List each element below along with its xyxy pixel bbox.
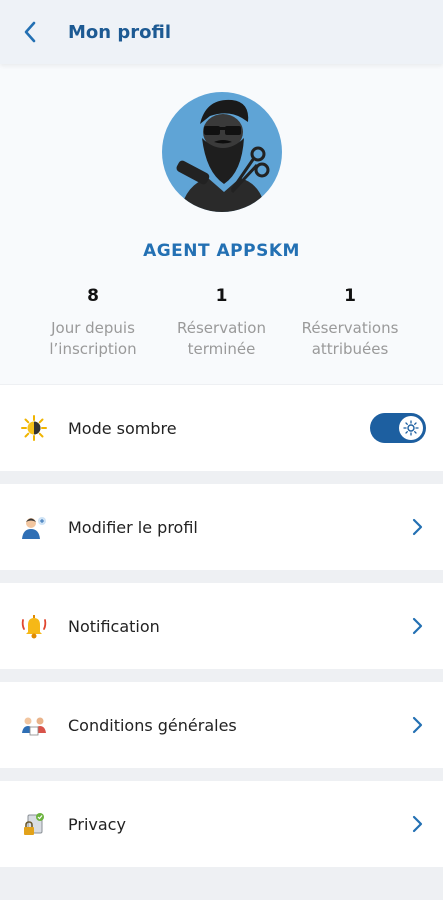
- stat-label-line1: Réservations: [301, 319, 399, 337]
- stat-value: 1: [215, 286, 228, 306]
- stat-assigned-bookings: 1 Réservations attribuées: [287, 286, 413, 360]
- sun-half-icon: [20, 414, 48, 442]
- stat-value: 1: [344, 286, 356, 306]
- stat-label-line2: l’inscription: [49, 340, 137, 358]
- bell-icon: [20, 612, 48, 640]
- chevron-left-icon: [24, 21, 36, 43]
- stat-label-line2: attribuées: [311, 340, 389, 358]
- avatar[interactable]: [162, 92, 282, 212]
- menu-item-notification[interactable]: Notification: [0, 583, 443, 669]
- edit-profile-icon: [20, 513, 48, 541]
- chevron-right-icon: [412, 518, 423, 536]
- toggle-knob: [399, 416, 423, 440]
- menu-item-privacy[interactable]: Privacy: [0, 781, 443, 867]
- menu-item-label: Notification: [68, 616, 160, 636]
- stat-label-line1: Réservation: [177, 319, 266, 337]
- stat-days-since-signup: 8 Jour depuis l’inscription: [30, 286, 156, 360]
- barber-avatar-icon: [176, 99, 270, 212]
- page-title: Mon profil: [68, 21, 171, 43]
- back-button[interactable]: [10, 12, 50, 52]
- chevron-right-icon: [412, 617, 423, 635]
- dark-mode-toggle[interactable]: [370, 413, 426, 443]
- stat-label: Jour depuis l’inscription: [30, 318, 156, 360]
- stat-label: Réservation terminée: [159, 318, 285, 360]
- profile-stats: 8 Jour depuis l’inscription 1 Réservatio…: [30, 286, 413, 360]
- stat-completed-bookings: 1 Réservation terminée: [159, 286, 285, 360]
- menu-item-label: Privacy: [68, 814, 126, 834]
- stat-label-line1: Jour depuis: [51, 319, 135, 337]
- terms-people-icon: [20, 711, 48, 739]
- dark-mode-label: Mode sombre: [68, 418, 177, 438]
- menu-item-label: Modifier le profil: [68, 517, 198, 537]
- profile-header: AGENT APPSKM 8 Jour depuis l’inscription…: [0, 64, 443, 384]
- menu-item-terms[interactable]: Conditions générales: [0, 682, 443, 768]
- stat-value: 8: [87, 286, 99, 306]
- chevron-right-icon: [412, 815, 423, 833]
- menu-item-edit-profile[interactable]: Modifier le profil: [0, 484, 443, 570]
- stat-label-line2: terminée: [187, 340, 256, 358]
- profile-name: AGENT APPSKM: [143, 241, 300, 261]
- stat-label: Réservations attribuées: [287, 318, 413, 360]
- app-bar: Mon profil: [0, 0, 443, 64]
- chevron-right-icon: [412, 716, 423, 734]
- dark-mode-row: Mode sombre: [0, 385, 443, 471]
- sun-icon: [403, 420, 419, 436]
- privacy-lock-icon: [20, 810, 48, 838]
- menu-item-label: Conditions générales: [68, 715, 237, 735]
